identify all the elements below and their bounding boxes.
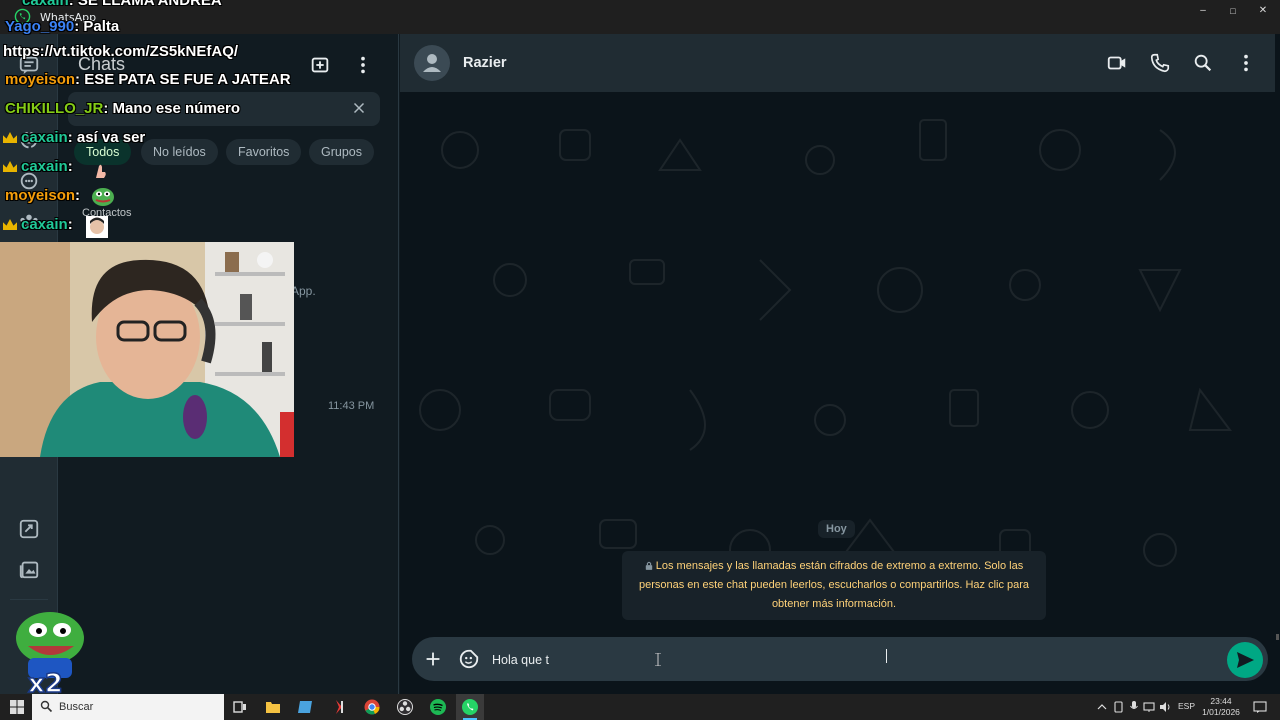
send-button[interactable] <box>1227 642 1263 678</box>
text-caret <box>886 649 887 663</box>
day-separator: Hoy <box>818 520 855 538</box>
encryption-notice[interactable]: Los mensajes y las llamadas están cifrad… <box>622 551 1046 620</box>
close-button[interactable]: ✕ <box>1252 4 1274 18</box>
microphone-icon[interactable] <box>1129 701 1139 713</box>
whatsapp-taskbar-icon <box>462 699 478 715</box>
chat-preview-fragment: App. <box>291 284 316 298</box>
windows-taskbar: Buscar ESP 23:44 1/01/2026 <box>0 694 1280 720</box>
notes-app-icon[interactable] <box>297 698 315 716</box>
spotify-icon[interactable] <box>429 698 447 716</box>
communities-icon[interactable] <box>18 210 40 232</box>
contacts-label: Contactos <box>82 207 132 219</box>
system-clock[interactable]: 23:44 1/01/2026 <box>1201 696 1241 718</box>
contact-name[interactable]: Razier <box>463 55 507 71</box>
sticker-emoji-icon[interactable] <box>458 648 480 670</box>
conversation-scrollbar[interactable] <box>1275 34 1280 640</box>
default-avatar-icon <box>423 54 441 72</box>
taskbar-search-icon <box>40 700 53 713</box>
conversation-header: Razier <box>400 34 1280 92</box>
chat-search-bar[interactable] <box>68 92 380 126</box>
starred-messages-icon[interactable] <box>18 518 40 540</box>
message-input[interactable] <box>492 650 1192 670</box>
channels-icon[interactable] <box>18 170 40 192</box>
filter-no-leidos[interactable]: No leídos <box>141 139 218 165</box>
chat-item-time: 11:43 PM <box>328 400 375 412</box>
tray-device-icon[interactable] <box>1113 701 1124 713</box>
rail-divider <box>10 599 48 600</box>
taskbar-search[interactable]: Buscar <box>32 694 224 720</box>
clock-date: 1/01/2026 <box>1202 707 1240 717</box>
chrome-icon[interactable] <box>363 698 381 716</box>
volume-icon[interactable] <box>1159 701 1172 713</box>
webcam-image <box>0 242 294 457</box>
input-language[interactable]: ESP <box>1178 701 1195 711</box>
list-menu-icon[interactable] <box>352 54 374 76</box>
send-icon <box>1237 652 1254 668</box>
new-chat-icon[interactable] <box>309 54 331 76</box>
filter-favoritos[interactable]: Favoritos <box>226 139 302 165</box>
message-composer <box>412 637 1268 681</box>
chat-wallpaper-pattern <box>419 119 1232 571</box>
ibeam-cursor-icon <box>655 653 661 666</box>
media-gallery-icon[interactable] <box>18 558 40 580</box>
streamer-sticker-icon: x2 <box>16 612 84 696</box>
task-view-icon[interactable] <box>231 698 249 716</box>
clear-search-icon[interactable] <box>350 99 368 117</box>
obs-icon[interactable] <box>396 698 414 716</box>
app-title: WhatsApp <box>40 11 97 24</box>
search-icon[interactable] <box>1192 52 1214 74</box>
taskbar-search-label: Buscar <box>59 701 94 713</box>
app-icon-red[interactable] <box>330 698 348 716</box>
screen: WhatsApp – □ ✕ Chats Todos No leídos Fav… <box>0 0 1280 720</box>
conversation-menu-icon[interactable] <box>1235 52 1257 74</box>
status-icon[interactable] <box>18 129 40 151</box>
maximize-button[interactable]: □ <box>1222 4 1244 18</box>
notifications-icon[interactable] <box>1253 700 1267 714</box>
filter-grupos[interactable]: Grupos <box>309 139 374 165</box>
windows-start-icon[interactable] <box>8 698 26 716</box>
attach-plus-icon[interactable] <box>422 648 444 670</box>
chats-title: Chats <box>78 54 126 74</box>
contact-avatar[interactable] <box>414 45 450 81</box>
webcam-feed <box>0 242 294 457</box>
chats-icon[interactable] <box>18 54 40 76</box>
sticker-label: x2 <box>28 669 63 696</box>
conversation-panel: Razier Hoy Los mensajes y las llamadas e… <box>400 34 1280 694</box>
voice-call-icon[interactable] <box>1149 52 1171 74</box>
encryption-notice-text: Los mensajes y las llamadas están cifrad… <box>638 560 1030 610</box>
taskbar-active-app[interactable] <box>456 694 484 720</box>
tray-chevron-up-icon[interactable] <box>1097 702 1107 712</box>
window-titlebar: WhatsApp – □ ✕ <box>0 0 1280 34</box>
file-explorer-icon[interactable] <box>264 698 282 716</box>
network-icon[interactable] <box>1143 701 1155 713</box>
minimize-button[interactable]: – <box>1192 4 1214 18</box>
clock-time: 23:44 <box>1210 696 1232 706</box>
video-call-icon[interactable] <box>1106 52 1128 74</box>
filter-todos[interactable]: Todos <box>74 139 132 165</box>
lock-icon <box>645 561 652 570</box>
whatsapp-logo-icon <box>14 8 31 25</box>
